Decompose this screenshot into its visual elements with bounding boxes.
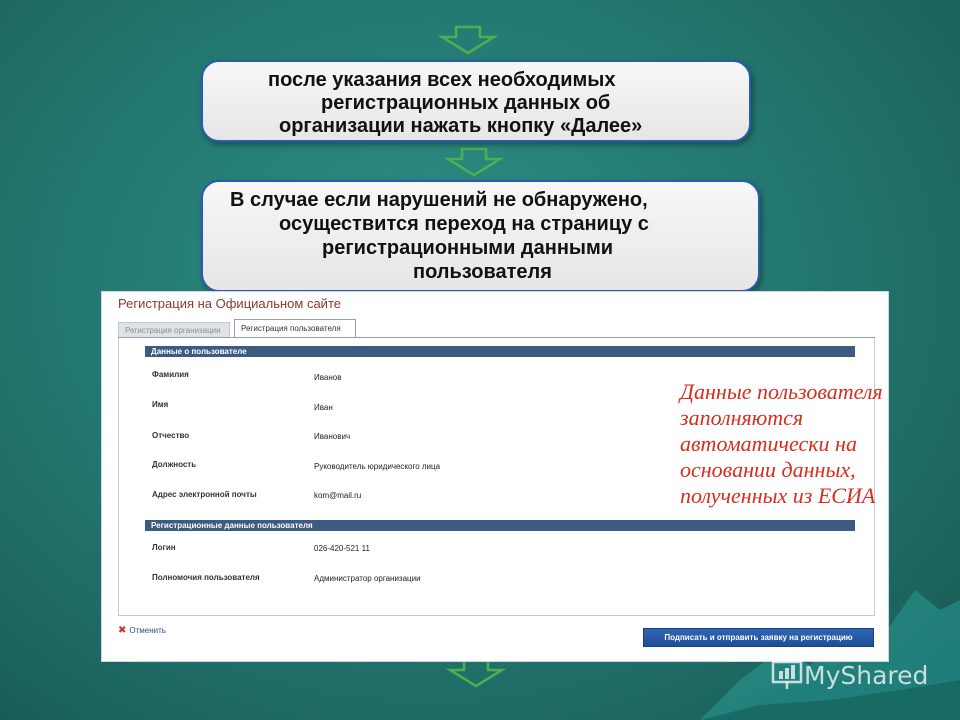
sign-and-submit-button[interactable]: Подписать и отправить заявку на регистра… bbox=[643, 628, 874, 647]
field-label-login: Логин bbox=[152, 543, 176, 552]
instruction-line: В случае если нарушений не обнаружено, bbox=[230, 189, 648, 211]
field-value-email: kom@mail.ru bbox=[314, 491, 362, 500]
field-value-permissions: Администратор организации bbox=[314, 574, 421, 583]
annotation-line: Данные пользователя bbox=[680, 379, 883, 404]
instruction-box-next: после указания всех необходимых регистра… bbox=[201, 60, 751, 142]
down-arrow-icon bbox=[438, 25, 498, 55]
down-arrow-icon bbox=[444, 147, 504, 177]
section-header-registration-data: Регистрационные данные пользователя bbox=[145, 520, 855, 531]
presentation-icon bbox=[771, 660, 803, 689]
field-value-name: Иван bbox=[314, 403, 333, 412]
field-value-position: Руководитель юридического лица bbox=[314, 462, 441, 471]
cancel-link[interactable]: ✖ Отменить bbox=[118, 625, 166, 636]
down-arrow-icon bbox=[446, 658, 506, 688]
field-label-email: Адрес электронной почты bbox=[152, 490, 257, 499]
field-value-login: 026-420-521 11 bbox=[314, 544, 370, 553]
instruction-line: пользователя bbox=[413, 261, 552, 283]
tab-user-registration[interactable]: Регистрация пользователя bbox=[234, 319, 356, 337]
tab-organization-registration[interactable]: Регистрация организации bbox=[118, 322, 230, 337]
field-label-position: Должность bbox=[152, 460, 197, 469]
field-label-name: Имя bbox=[152, 400, 169, 409]
annotation-line: основании данных, bbox=[680, 457, 856, 482]
field-label-permissions: Полномочия пользователя bbox=[152, 573, 260, 582]
instruction-line: организации нажать кнопку «Далее» bbox=[279, 115, 643, 137]
page-title: Регистрация на Официальном сайте bbox=[118, 296, 341, 311]
annotation-line: автоматически на bbox=[680, 431, 857, 456]
section-header-user-data: Данные о пользователе bbox=[145, 346, 855, 357]
instruction-line: осуществится переход на страницу с bbox=[279, 213, 649, 235]
field-value-surname: Иванов bbox=[314, 373, 342, 382]
close-icon: ✖ bbox=[118, 625, 127, 636]
instruction-line: после указания всех необходимых bbox=[268, 69, 616, 91]
field-label-surname: Фамилия bbox=[152, 370, 189, 379]
instruction-line: регистрационными данными bbox=[322, 237, 614, 259]
watermark: MyShared bbox=[770, 658, 928, 692]
annotation-line: полученных из ЕСИА bbox=[680, 483, 876, 508]
annotation-line: заполняются bbox=[680, 405, 804, 430]
field-label-patronymic: Отчество bbox=[152, 431, 190, 440]
field-value-patronymic: Иванович bbox=[314, 432, 351, 441]
instruction-line: регистрационных данных об bbox=[321, 92, 611, 114]
instruction-box-transition: В случае если нарушений не обнаружено, о… bbox=[201, 180, 760, 292]
watermark-text: MyShared bbox=[804, 660, 929, 690]
cancel-label: Отменить bbox=[129, 626, 166, 635]
annotation-note: Данные пользователя заполняются автомати… bbox=[680, 379, 950, 509]
